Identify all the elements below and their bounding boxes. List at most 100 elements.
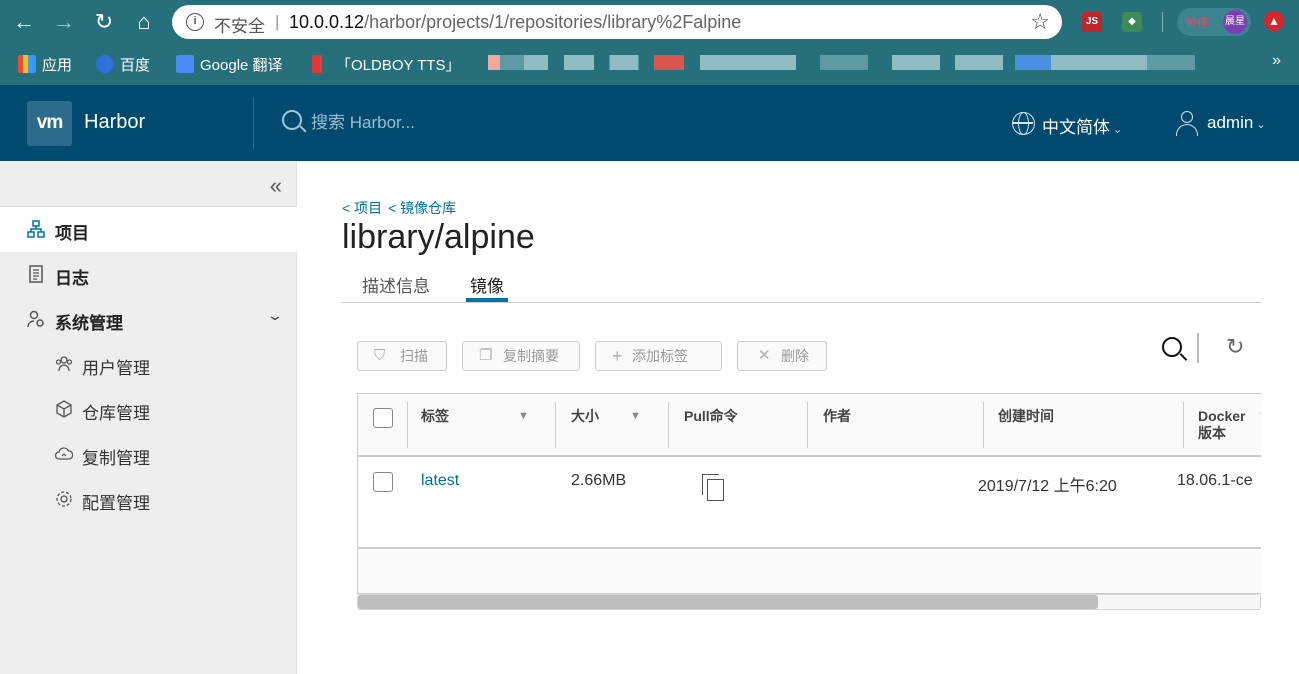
select-all-checkbox[interactable] [373, 408, 393, 428]
table-row: latest 2.66MB 2019/7/12 上午6:20 18.06.1-c… [358, 457, 1261, 549]
sidebar-item-configuration[interactable]: 配置管理 [0, 477, 297, 522]
users-icon [55, 356, 73, 372]
cube-icon [56, 400, 72, 418]
sidebar-item-registries[interactable]: 仓库管理 [0, 387, 297, 432]
reload-icon[interactable]: ↻ [90, 8, 118, 36]
url-path: /harbor/projects/1/repositories/library%… [364, 12, 742, 32]
breadcrumb: < 项目 < 镜像仓库 [342, 198, 462, 218]
column-tag[interactable]: 标签 [421, 408, 449, 425]
projects-icon [27, 220, 45, 238]
more-bookmarks-icon[interactable]: » [1272, 52, 1281, 70]
cloud-sync-icon [55, 447, 73, 460]
blurred-bookmarks [488, 55, 548, 70]
sidebar-item-user-management[interactable]: 用户管理 [0, 342, 297, 387]
close-icon: ✕ [758, 347, 771, 364]
chevron-down-icon: ⌄ [1256, 119, 1266, 131]
bookmark-star-icon[interactable]: ☆ [1030, 9, 1050, 35]
tab-description[interactable]: 描述信息 [362, 272, 430, 297]
bookmark-oldboy[interactable]: 「OLDBOY TTS」 [312, 54, 460, 75]
column-docker-version[interactable]: Docker 版本 [1198, 408, 1245, 442]
apps-grid-icon [18, 55, 36, 73]
oldboy-t-icon [312, 55, 322, 73]
created-cell: 2019/7/12 上午6:20 [978, 478, 1117, 495]
chevron-down-icon: ⌄ [1113, 124, 1123, 136]
collapse-sidebar-icon[interactable]: « [270, 173, 282, 199]
column-size[interactable]: 大小 [571, 408, 599, 425]
search-icon[interactable] [1162, 337, 1182, 357]
size-cell: 2.66MB [571, 472, 627, 489]
google-translate-icon [176, 55, 194, 73]
global-search-input[interactable] [311, 113, 611, 133]
sidebar-item-logs[interactable]: 日志 [0, 252, 297, 297]
sidebar-item-projects[interactable]: 项目 [0, 207, 297, 252]
bookmark-baidu[interactable]: 百度 [96, 54, 150, 75]
profile-pill[interactable]: 暂停 晨星 [1177, 8, 1251, 36]
sidebar-item-administration[interactable]: 系统管理 ⌄ [0, 297, 297, 342]
filter-icon[interactable]: ▼ [518, 410, 529, 422]
filter-icon[interactable]: ▼ [630, 410, 641, 422]
admin-user-gear-icon [27, 310, 44, 328]
url-separator: | [275, 12, 280, 31]
bookmark-apps[interactable]: 应用 [18, 54, 72, 75]
docker-version-cell: 18.06.1-ce [1177, 472, 1253, 489]
logs-icon [29, 265, 43, 283]
sidebar-item-label: 日志 [55, 269, 89, 288]
delete-button[interactable]: ✕ 删除 [737, 341, 827, 371]
sidebar-item-replications[interactable]: 复制管理 [0, 432, 297, 477]
column-author[interactable]: 作者 [823, 408, 851, 425]
column-created[interactable]: 创建时间 [998, 408, 1054, 425]
filter-icon[interactable]: ▼ [1258, 410, 1261, 422]
scrollbar-thumb[interactable] [358, 595, 1098, 609]
header-divider [253, 97, 254, 149]
copy-icon: ❐ [479, 347, 493, 364]
horizontal-scrollbar[interactable] [357, 594, 1261, 610]
gear-icon [56, 491, 72, 507]
tag-link[interactable]: latest [421, 472, 459, 490]
table-header: 标签 ▼ 大小 ▼ Pull命令 作者 创建时间 Docker版本 ▼ [358, 394, 1261, 457]
globe-icon [1012, 112, 1035, 135]
forward-arrow-icon[interactable]: → [50, 8, 78, 36]
back-arrow-icon[interactable]: ← [10, 8, 38, 36]
profile-avatar: 晨星 [1223, 10, 1247, 34]
url-host: 10.0.0.12 [289, 12, 365, 32]
extension-icon[interactable]: ◆ [1122, 12, 1142, 32]
add-label-button[interactable]: + 添加标签 [595, 341, 722, 371]
extension-divider [1162, 12, 1163, 32]
copy-digest-button[interactable]: ❐ 复制摘要 [462, 341, 580, 371]
sidebar-item-label: 复制管理 [82, 449, 150, 468]
vmware-logo[interactable]: vm [27, 101, 72, 146]
page-title: library/alpine [342, 218, 535, 256]
upload-extension-icon[interactable]: ▲ [1264, 11, 1284, 31]
baidu-paw-icon [96, 55, 114, 73]
user-icon [1175, 111, 1199, 137]
insecure-label: 不安全 [214, 17, 265, 36]
breadcrumb-repositories-link[interactable]: < 镜像仓库 [388, 200, 456, 216]
app-header: vm Harbor 中文简体⌄ admin⌄ [0, 85, 1299, 161]
toolbar-divider [1197, 333, 1199, 363]
bookmark-google-translate[interactable]: Google 翻译 [176, 54, 283, 75]
row-checkbox[interactable] [373, 472, 393, 492]
sidebar-item-label: 用户管理 [82, 359, 150, 378]
home-icon[interactable]: ⌂ [130, 8, 158, 36]
plus-icon: + [612, 346, 623, 366]
info-icon[interactable]: i [186, 13, 204, 31]
chevron-down-icon[interactable]: ⌄ [266, 307, 284, 324]
tab-images[interactable]: 镜像 [470, 272, 504, 297]
url-text[interactable]: 10.0.0.12/harbor/projects/1/repositories… [289, 12, 741, 33]
column-pull-command: Pull命令 [684, 408, 738, 424]
sidebar-item-label: 配置管理 [82, 494, 150, 513]
sidebar: « 项目 日志 系统管理 ⌄ 用户管理 仓库管理 复制管理 配置管理 [0, 161, 297, 674]
refresh-icon[interactable]: ↻ [1226, 334, 1244, 360]
copy-icon[interactable] [702, 474, 724, 502]
pill-label: 暂停 [1185, 16, 1210, 30]
user-menu[interactable]: admin ⌄ [1207, 113, 1266, 133]
breadcrumb-projects-link[interactable]: < 项目 [342, 200, 382, 216]
language-selector[interactable]: 中文简体 ⌄ [1042, 113, 1122, 138]
table-footer [358, 551, 1261, 593]
js-extension-icon[interactable]: JS [1082, 12, 1102, 32]
address-bar[interactable]: i 不安全 | 10.0.0.12/harbor/projects/1/repo… [172, 5, 1062, 39]
sidebar-item-label: 系统管理 [55, 314, 123, 333]
sidebar-item-label: 项目 [55, 224, 89, 243]
scan-button[interactable]: ⛉ 扫描 [357, 341, 447, 371]
app-name[interactable]: Harbor [84, 111, 145, 134]
